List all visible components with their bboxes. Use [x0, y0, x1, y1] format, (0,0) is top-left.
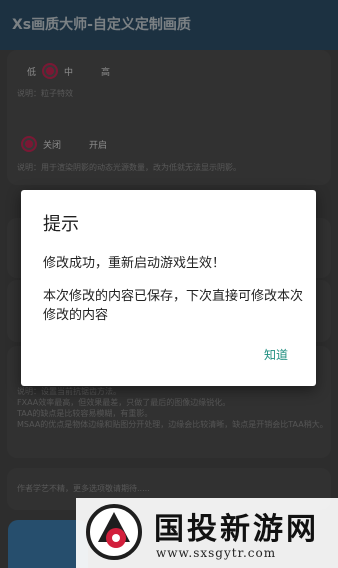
watermark-logo-graphic — [98, 512, 130, 548]
watermark-logo-icon — [86, 504, 142, 560]
alert-dialog: 提示 修改成功，重新启动游戏生效！ 本次修改的内容已保存，下次直接可修改本次修改… — [21, 190, 316, 386]
dialog-ok-button[interactable]: 知道 — [264, 346, 288, 363]
watermark-name: 国投新游网 — [154, 512, 319, 547]
dialog-title: 提示 — [43, 214, 79, 235]
site-watermark: 国投新游网 www.sxsgytr.com — [76, 498, 338, 568]
watermark-url: www.sxsgytr.com — [156, 546, 277, 560]
dialog-message-secondary: 本次修改的内容已保存，下次直接可修改本次修改的内容 — [43, 289, 304, 323]
dialog-message-primary: 修改成功，重新启动游戏生效！ — [43, 256, 226, 271]
